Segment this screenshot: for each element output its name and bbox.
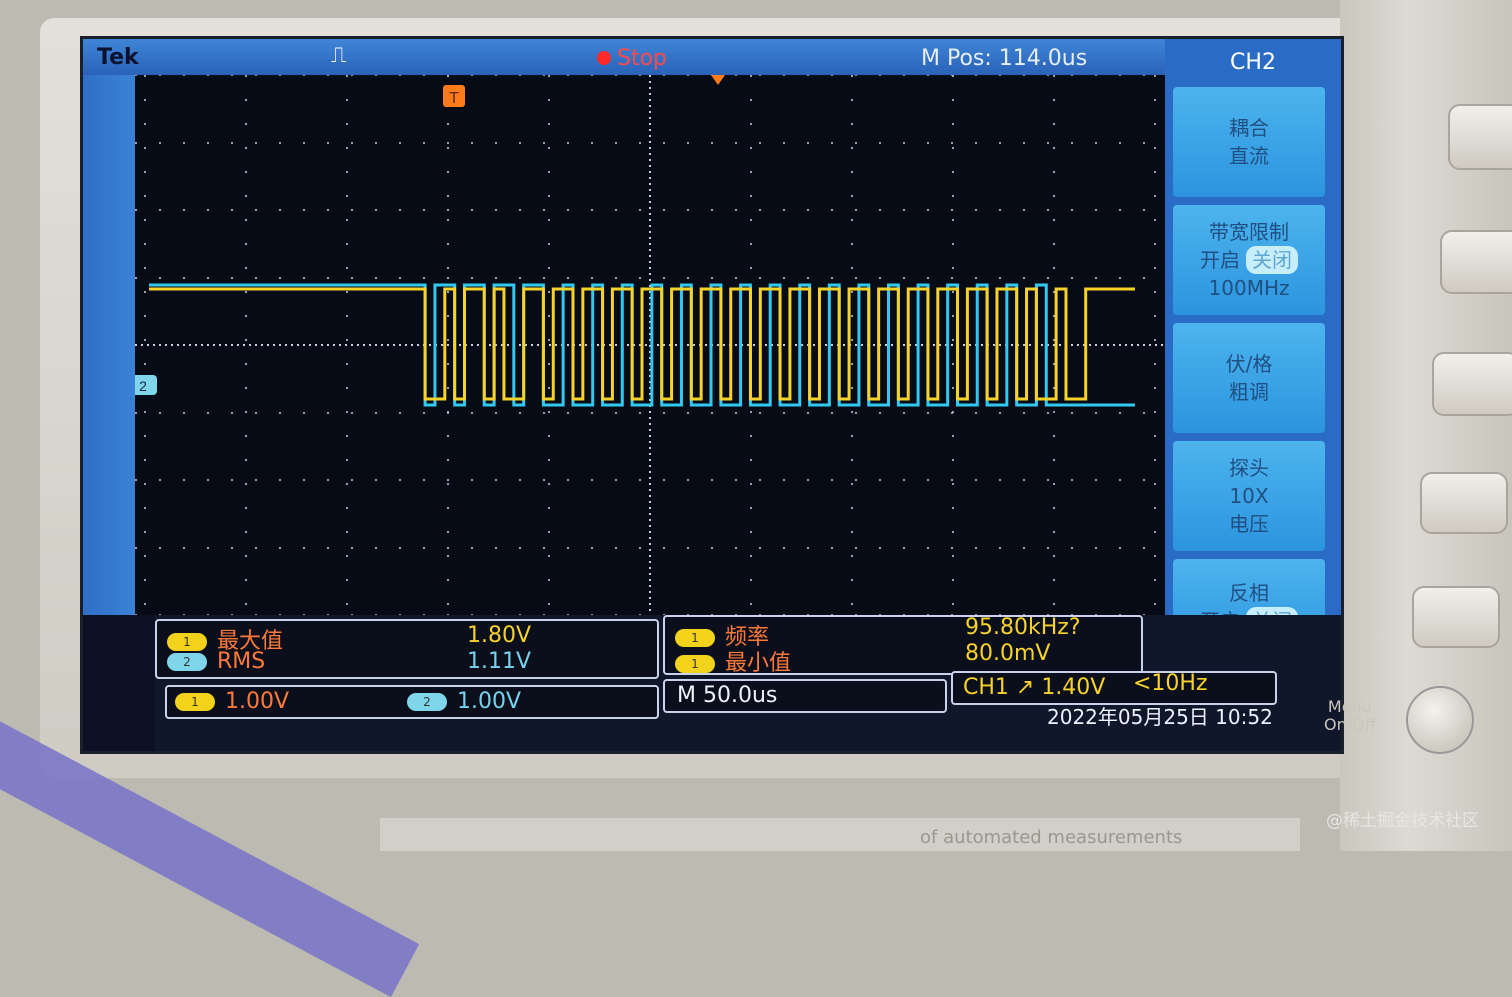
meas-rms-ch: 2 xyxy=(167,653,207,671)
timebase-value: M 50.0us xyxy=(677,683,778,708)
menu-coupling-label: 耦合 xyxy=(1229,116,1269,140)
menu-invert-label: 反相 xyxy=(1229,581,1269,605)
meas-min-label: 最小值 xyxy=(725,651,792,676)
menu-bandwidth-on: 开启 xyxy=(1200,248,1240,272)
menu-probe-type: 电压 xyxy=(1229,512,1269,536)
menu-knob-1[interactable] xyxy=(1448,104,1512,170)
menu-coupling-value: 直流 xyxy=(1229,144,1269,168)
menu-coupling[interactable]: 耦合 直流 xyxy=(1173,87,1325,197)
meas-max-value: 1.80V xyxy=(467,623,532,648)
timebase-box: M 50.0us xyxy=(663,679,947,713)
brand-label: Tek xyxy=(97,45,139,70)
menu-bandwidth-label: 带宽限制 xyxy=(1209,220,1289,244)
horizontal-position: M Pos: 114.0us xyxy=(921,46,1088,71)
ch2-marker-label: 2 xyxy=(139,378,147,394)
menu-knob-5[interactable] xyxy=(1412,586,1500,648)
trigger-marker-label: T xyxy=(449,90,459,107)
menu-knob-2[interactable] xyxy=(1440,230,1512,294)
side-menu: CH2 耦合 直流 带宽限制 开启 关闭 100MHz 伏/格 粗调 探头 10X… xyxy=(1165,39,1341,659)
ch2-scale-value: 1.00V xyxy=(457,689,522,714)
bottom-label: of automated measurements xyxy=(920,827,1183,848)
trigger-pulse-icon: ⎍ xyxy=(331,43,347,68)
channel-scale-box: 1 1.00V 2 1.00V xyxy=(165,685,659,719)
watermark: @稀土掘金技术社区 xyxy=(1326,811,1479,831)
measurement-box-left: 1 最大值 1.80V 2 RMS 1.11V xyxy=(155,619,659,679)
run-status-label: Stop xyxy=(617,46,668,71)
ch1-scale: 1 1.00V xyxy=(175,689,289,714)
menu-bandwidth[interactable]: 带宽限制 开启 关闭 100MHz xyxy=(1173,205,1325,315)
oscilloscope-screen: Tek ⎍ Stop M Pos: 114.0us T 2 CH2 耦合 直流 … xyxy=(80,36,1344,754)
menu-volts-div-label: 伏/格 xyxy=(1225,352,1273,376)
measurement-area: 1 最大值 1.80V 2 RMS 1.11V 1 频率 95.80kHz? 1 最小值… xyxy=(155,615,1341,751)
meas-rms-label: RMS xyxy=(217,649,266,674)
trigger-marker: T xyxy=(443,85,465,107)
menu-bandwidth-value: 100MHz xyxy=(1208,276,1290,300)
menu-probe[interactable]: 探头 10X 电压 xyxy=(1173,441,1325,551)
waveform-grid: T 2 xyxy=(135,75,1165,615)
run-status: Stop xyxy=(597,46,667,71)
menu-volts-div[interactable]: 伏/格 粗调 xyxy=(1173,323,1325,433)
menu-onoff-label: Menu On/Off xyxy=(1324,697,1376,734)
menu-onoff-knob[interactable] xyxy=(1406,686,1474,754)
ch1-scale-tag: 1 xyxy=(175,693,215,711)
menu-volts-div-value: 粗调 xyxy=(1229,380,1269,404)
trigger-box: CH1 ↗ 1.40V <10Hz xyxy=(951,671,1277,705)
stop-dot-icon xyxy=(597,51,611,65)
bottom-label-strip: of automated measurements xyxy=(380,818,1300,851)
datetime: 2022年05月25日 10:52 xyxy=(1047,705,1273,729)
menu-probe-label: 探头 xyxy=(1229,456,1269,480)
menu-knob-3[interactable] xyxy=(1432,352,1512,416)
menu-probe-value: 10X xyxy=(1229,484,1269,508)
status-bar: Tek ⎍ Stop M Pos: 114.0us xyxy=(83,39,1165,75)
meas-freq-value: 95.80kHz? xyxy=(965,615,1081,640)
ch2-ground-marker: 2 xyxy=(135,375,157,395)
left-border xyxy=(83,75,135,615)
menu-bandwidth-off: 关闭 xyxy=(1246,246,1298,274)
trigger-value: CH1 ↗ 1.40V xyxy=(963,675,1106,700)
meas-rms: 2 RMS xyxy=(167,649,265,674)
meas-rms-value: 1.11V xyxy=(467,649,532,674)
menu-knob-4[interactable] xyxy=(1420,472,1508,534)
ch2-scale-tag: 2 xyxy=(407,693,447,711)
meas-min-ch: 1 xyxy=(675,655,715,673)
menu-title: CH2 xyxy=(1230,50,1276,75)
meas-min: 1 最小值 xyxy=(675,645,791,677)
meas-min-value: 80.0mV xyxy=(965,641,1051,666)
ch1-scale-value: 1.00V xyxy=(225,689,290,714)
measurement-box-right: 1 频率 95.80kHz? 1 最小值 80.0mV xyxy=(663,615,1143,677)
ch2-scale: 2 1.00V xyxy=(407,689,521,714)
trigger-frequency: <10Hz xyxy=(1133,671,1208,696)
